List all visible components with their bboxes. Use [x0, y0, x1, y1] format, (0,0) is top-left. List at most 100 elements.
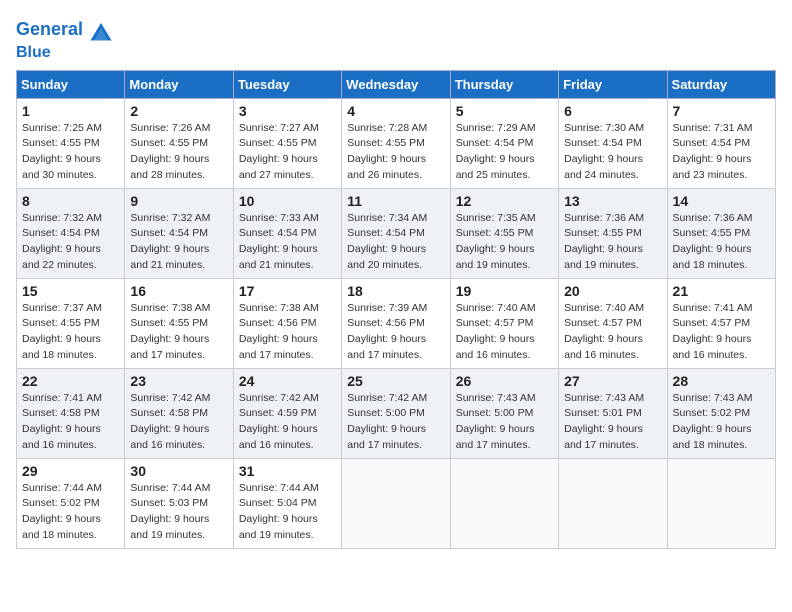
calendar-cell: 1 Sunrise: 7:25 AMSunset: 4:55 PMDayligh…	[17, 98, 125, 188]
col-header-sunday: Sunday	[17, 70, 125, 98]
day-info: Sunrise: 7:27 AMSunset: 4:55 PMDaylight:…	[239, 122, 319, 181]
calendar-cell: 10 Sunrise: 7:33 AMSunset: 4:54 PMDaylig…	[233, 188, 341, 278]
day-number: 1	[22, 103, 119, 119]
day-number: 11	[347, 193, 444, 209]
day-info: Sunrise: 7:32 AMSunset: 4:54 PMDaylight:…	[22, 212, 102, 271]
day-info: Sunrise: 7:34 AMSunset: 4:54 PMDaylight:…	[347, 212, 427, 271]
day-number: 12	[456, 193, 553, 209]
day-number: 30	[130, 463, 227, 479]
col-header-saturday: Saturday	[667, 70, 775, 98]
day-number: 6	[564, 103, 661, 119]
calendar-cell: 17 Sunrise: 7:38 AMSunset: 4:56 PMDaylig…	[233, 278, 341, 368]
day-info: Sunrise: 7:36 AMSunset: 4:55 PMDaylight:…	[564, 212, 644, 271]
day-number: 20	[564, 283, 661, 299]
calendar-cell: 28 Sunrise: 7:43 AMSunset: 5:02 PMDaylig…	[667, 368, 775, 458]
day-number: 4	[347, 103, 444, 119]
day-info: Sunrise: 7:43 AMSunset: 5:01 PMDaylight:…	[564, 392, 644, 451]
day-info: Sunrise: 7:36 AMSunset: 4:55 PMDaylight:…	[673, 212, 753, 271]
calendar-cell: 4 Sunrise: 7:28 AMSunset: 4:55 PMDayligh…	[342, 98, 450, 188]
day-number: 25	[347, 373, 444, 389]
day-info: Sunrise: 7:31 AMSunset: 4:54 PMDaylight:…	[673, 122, 753, 181]
day-number: 27	[564, 373, 661, 389]
day-number: 5	[456, 103, 553, 119]
calendar-cell	[559, 458, 667, 548]
calendar-cell	[342, 458, 450, 548]
day-number: 19	[456, 283, 553, 299]
calendar-cell: 31 Sunrise: 7:44 AMSunset: 5:04 PMDaylig…	[233, 458, 341, 548]
calendar-table: SundayMondayTuesdayWednesdayThursdayFrid…	[16, 70, 776, 549]
day-info: Sunrise: 7:37 AMSunset: 4:55 PMDaylight:…	[22, 302, 102, 361]
day-info: Sunrise: 7:32 AMSunset: 4:54 PMDaylight:…	[130, 212, 210, 271]
calendar-cell: 6 Sunrise: 7:30 AMSunset: 4:54 PMDayligh…	[559, 98, 667, 188]
logo: General Blue	[16, 16, 115, 62]
calendar-cell: 24 Sunrise: 7:42 AMSunset: 4:59 PMDaylig…	[233, 368, 341, 458]
day-info: Sunrise: 7:40 AMSunset: 4:57 PMDaylight:…	[564, 302, 644, 361]
day-number: 31	[239, 463, 336, 479]
day-number: 3	[239, 103, 336, 119]
calendar-cell: 20 Sunrise: 7:40 AMSunset: 4:57 PMDaylig…	[559, 278, 667, 368]
logo-blue: Blue	[16, 44, 115, 62]
calendar-cell: 19 Sunrise: 7:40 AMSunset: 4:57 PMDaylig…	[450, 278, 558, 368]
calendar-cell: 16 Sunrise: 7:38 AMSunset: 4:55 PMDaylig…	[125, 278, 233, 368]
day-number: 26	[456, 373, 553, 389]
header: General Blue	[16, 16, 776, 62]
day-info: Sunrise: 7:28 AMSunset: 4:55 PMDaylight:…	[347, 122, 427, 181]
day-number: 8	[22, 193, 119, 209]
day-number: 13	[564, 193, 661, 209]
day-info: Sunrise: 7:29 AMSunset: 4:54 PMDaylight:…	[456, 122, 536, 181]
logo-text: General	[16, 20, 83, 40]
calendar-cell: 30 Sunrise: 7:44 AMSunset: 5:03 PMDaylig…	[125, 458, 233, 548]
day-number: 24	[239, 373, 336, 389]
day-number: 9	[130, 193, 227, 209]
day-number: 21	[673, 283, 770, 299]
day-number: 17	[239, 283, 336, 299]
calendar-cell: 14 Sunrise: 7:36 AMSunset: 4:55 PMDaylig…	[667, 188, 775, 278]
calendar-cell: 23 Sunrise: 7:42 AMSunset: 4:58 PMDaylig…	[125, 368, 233, 458]
day-info: Sunrise: 7:25 AMSunset: 4:55 PMDaylight:…	[22, 122, 102, 181]
col-header-wednesday: Wednesday	[342, 70, 450, 98]
day-info: Sunrise: 7:43 AMSunset: 5:02 PMDaylight:…	[673, 392, 753, 451]
calendar-cell: 15 Sunrise: 7:37 AMSunset: 4:55 PMDaylig…	[17, 278, 125, 368]
col-header-monday: Monday	[125, 70, 233, 98]
col-header-friday: Friday	[559, 70, 667, 98]
day-info: Sunrise: 7:33 AMSunset: 4:54 PMDaylight:…	[239, 212, 319, 271]
day-info: Sunrise: 7:26 AMSunset: 4:55 PMDaylight:…	[130, 122, 210, 181]
calendar-cell: 5 Sunrise: 7:29 AMSunset: 4:54 PMDayligh…	[450, 98, 558, 188]
day-info: Sunrise: 7:40 AMSunset: 4:57 PMDaylight:…	[456, 302, 536, 361]
day-number: 18	[347, 283, 444, 299]
day-info: Sunrise: 7:39 AMSunset: 4:56 PMDaylight:…	[347, 302, 427, 361]
day-info: Sunrise: 7:42 AMSunset: 4:59 PMDaylight:…	[239, 392, 319, 451]
calendar-cell: 8 Sunrise: 7:32 AMSunset: 4:54 PMDayligh…	[17, 188, 125, 278]
day-info: Sunrise: 7:30 AMSunset: 4:54 PMDaylight:…	[564, 122, 644, 181]
day-number: 15	[22, 283, 119, 299]
day-info: Sunrise: 7:41 AMSunset: 4:57 PMDaylight:…	[673, 302, 753, 361]
day-number: 22	[22, 373, 119, 389]
calendar-cell: 27 Sunrise: 7:43 AMSunset: 5:01 PMDaylig…	[559, 368, 667, 458]
day-number: 10	[239, 193, 336, 209]
calendar-cell: 12 Sunrise: 7:35 AMSunset: 4:55 PMDaylig…	[450, 188, 558, 278]
day-number: 2	[130, 103, 227, 119]
day-info: Sunrise: 7:41 AMSunset: 4:58 PMDaylight:…	[22, 392, 102, 451]
calendar-cell: 29 Sunrise: 7:44 AMSunset: 5:02 PMDaylig…	[17, 458, 125, 548]
calendar-cell	[450, 458, 558, 548]
day-info: Sunrise: 7:44 AMSunset: 5:02 PMDaylight:…	[22, 482, 102, 541]
col-header-tuesday: Tuesday	[233, 70, 341, 98]
day-info: Sunrise: 7:38 AMSunset: 4:56 PMDaylight:…	[239, 302, 319, 361]
logo-icon	[87, 16, 115, 44]
day-number: 16	[130, 283, 227, 299]
day-number: 14	[673, 193, 770, 209]
day-info: Sunrise: 7:35 AMSunset: 4:55 PMDaylight:…	[456, 212, 536, 271]
calendar-cell: 18 Sunrise: 7:39 AMSunset: 4:56 PMDaylig…	[342, 278, 450, 368]
day-info: Sunrise: 7:44 AMSunset: 5:03 PMDaylight:…	[130, 482, 210, 541]
calendar-cell: 2 Sunrise: 7:26 AMSunset: 4:55 PMDayligh…	[125, 98, 233, 188]
day-info: Sunrise: 7:38 AMSunset: 4:55 PMDaylight:…	[130, 302, 210, 361]
calendar-cell	[667, 458, 775, 548]
calendar-cell: 13 Sunrise: 7:36 AMSunset: 4:55 PMDaylig…	[559, 188, 667, 278]
day-info: Sunrise: 7:42 AMSunset: 4:58 PMDaylight:…	[130, 392, 210, 451]
calendar-cell: 7 Sunrise: 7:31 AMSunset: 4:54 PMDayligh…	[667, 98, 775, 188]
day-number: 23	[130, 373, 227, 389]
calendar-cell: 3 Sunrise: 7:27 AMSunset: 4:55 PMDayligh…	[233, 98, 341, 188]
day-number: 29	[22, 463, 119, 479]
calendar-cell: 26 Sunrise: 7:43 AMSunset: 5:00 PMDaylig…	[450, 368, 558, 458]
day-info: Sunrise: 7:42 AMSunset: 5:00 PMDaylight:…	[347, 392, 427, 451]
